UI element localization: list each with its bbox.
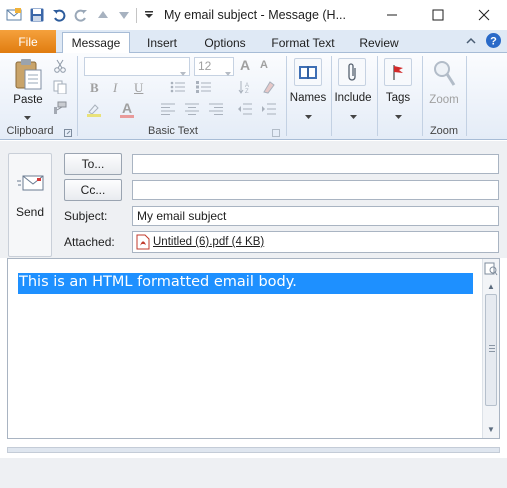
body-text[interactable]: This is an HTML formatted email body. [18,273,473,294]
undo-icon[interactable] [51,7,67,23]
group-separator [422,56,423,136]
subject-label: Subject: [64,209,108,223]
window-title: My email subject - Message (H... [164,8,346,22]
paste-dropdown-icon[interactable] [24,110,31,124]
send-envelope-icon [17,172,45,197]
font-color-button: A [122,100,133,116]
clear-formatting-icon [262,80,276,97]
include-dropdown-icon[interactable] [350,109,357,123]
group-separator [466,56,467,136]
bullets-icon [170,80,186,97]
pdf-icon [136,234,150,253]
close-button[interactable] [461,0,507,30]
send-label: Send [15,205,45,219]
title-bar: My email subject - Message (H... [0,0,507,30]
font-color-swatch [120,115,134,118]
copy-icon [52,79,68,95]
paperclip-icon[interactable] [338,58,366,86]
clipboard-launcher-icon[interactable] [64,126,72,140]
include-button-label[interactable]: Include [332,92,374,104]
font-name-dropdown-icon [180,65,186,79]
font-size-dropdown-icon [225,65,231,79]
zoom-icon [430,57,458,91]
address-book-icon[interactable] [294,58,322,86]
increase-indent-icon [262,103,276,119]
tab-format-text[interactable]: Format Text [262,33,344,53]
attachments-field: Untitled (6).pdf (4 KB) [132,231,499,253]
subject-field[interactable]: My email subject [132,206,499,226]
redo-icon [73,7,89,23]
numbering-icon [196,80,212,97]
ribbon: Paste Clipboard 12 A A AZ B I U A Basic … [0,53,507,140]
ribbon-tabs: File Message Insert Options Format Text … [0,30,507,53]
shrink-font-button: A [260,59,268,71]
bold-button: B [90,80,99,95]
cc-button[interactable]: Cc... [64,179,122,201]
next-item-icon[interactable] [116,7,132,23]
basic-text-launcher-icon [272,126,280,140]
flag-icon[interactable] [384,58,412,86]
align-left-icon [161,103,175,119]
italic-button: I [113,80,118,95]
names-button-label[interactable]: Names [288,92,328,104]
minimize-button[interactable] [369,0,415,30]
footer-background [0,458,507,488]
previous-item-icon[interactable] [95,7,111,23]
names-dropdown-icon[interactable] [305,109,312,123]
sort-icon: AZ [238,80,252,97]
svg-text:?: ? [490,36,497,48]
paste-icon[interactable] [10,57,46,93]
font-name-combo [84,57,190,76]
attachment-link[interactable]: Untitled (6).pdf (4 KB) [153,236,264,248]
help-icon[interactable]: ? [485,32,502,52]
zoom-group-label: Zoom [429,125,459,137]
outlook-message-icon[interactable] [6,7,22,23]
clipboard-group-label: Clipboard [6,125,54,137]
tab-file[interactable]: File [0,30,56,53]
customize-qat-icon[interactable] [141,7,157,23]
tags-button-label[interactable]: Tags [378,92,418,104]
scroll-up-icon[interactable]: ▲ [484,279,498,293]
format-painter-icon[interactable] [52,100,68,116]
highlight-icon [86,103,104,120]
scroll-down-icon[interactable]: ▼ [484,422,498,436]
send-button[interactable]: Send [8,153,52,257]
group-separator [77,56,78,136]
group-separator [286,56,287,136]
qat-separator [136,8,137,23]
paste-button-label[interactable]: Paste [8,94,48,106]
underline-button: U [134,80,144,95]
tags-dropdown-icon[interactable] [395,109,402,123]
scrollbar-thumb[interactable] [485,294,497,406]
maximize-button[interactable] [415,0,461,30]
cut-icon [52,58,68,74]
vertical-scrollbar[interactable]: ▲ ▼ [482,259,499,438]
zoom-body-icon[interactable] [484,262,498,279]
grow-font-button: A [240,57,251,73]
zoom-button-label: Zoom [429,94,459,106]
cc-field[interactable] [132,180,499,200]
to-field[interactable] [132,154,499,174]
people-pane-bar[interactable] [7,447,500,453]
tab-message[interactable]: Message [62,32,130,53]
tab-review[interactable]: Review [350,33,408,53]
align-right-icon [209,103,223,119]
tab-options[interactable]: Options [194,33,256,53]
attached-label: Attached: [64,235,115,249]
tab-insert[interactable]: Insert [134,33,190,53]
minimize-ribbon-icon[interactable] [466,35,476,49]
to-button[interactable]: To... [64,153,122,175]
align-center-icon [185,103,199,119]
message-header: Send To... Cc... Subject: My email subje… [0,141,507,258]
message-body[interactable]: This is an HTML formatted email body. ▲ … [7,258,500,439]
font-size-value: 12 [198,59,212,73]
basic-text-group-label: Basic Text [148,125,198,137]
decrease-indent-icon [238,103,252,119]
save-icon[interactable] [29,7,45,23]
svg-text:Z: Z [245,89,249,94]
